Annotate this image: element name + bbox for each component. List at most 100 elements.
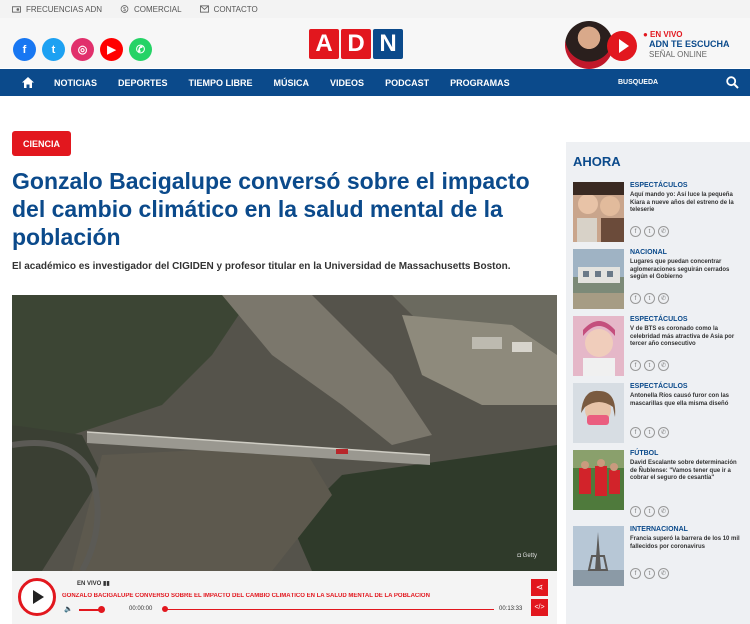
news-category[interactable]: NACIONAL xyxy=(630,249,667,256)
news-thumbnail xyxy=(573,526,624,586)
topbar-link-comercial[interactable]: $ COMERCIAL xyxy=(120,5,182,14)
news-thumbnail xyxy=(573,249,624,309)
host-avatar xyxy=(565,21,613,69)
mail-icon xyxy=(199,5,209,13)
facebook-icon[interactable]: f xyxy=(630,360,641,371)
twitter-icon[interactable]: t xyxy=(644,226,655,237)
social-links: f t ◎ ▶ ✆ xyxy=(13,38,158,61)
home-icon xyxy=(22,77,34,88)
topbar-link-label: CONTACTO xyxy=(213,4,258,14)
nav-item-tiempo-libre[interactable]: TIEMPO LIBRE xyxy=(189,78,253,88)
volume-icon[interactable]: 🔈 xyxy=(64,605,73,613)
search-box xyxy=(618,69,750,96)
news-headline[interactable]: V de BTS es coronado como la celebridad … xyxy=(630,326,742,349)
news-headline[interactable]: Antonella Ríos causó furor con las masca… xyxy=(630,393,742,408)
news-category[interactable]: FÚTBOL xyxy=(630,450,658,457)
sidebar-news-item[interactable]: ESPECTÁCULOS Antonella Ríos causó furor … xyxy=(573,383,743,443)
search-icon[interactable] xyxy=(726,76,739,89)
nav-item-deportes[interactable]: DEPORTES xyxy=(118,78,168,88)
progress-bar[interactable] xyxy=(164,609,494,610)
volume-handle[interactable] xyxy=(98,606,105,613)
news-thumbnail xyxy=(573,316,624,376)
player-title: GONZALO BACIGALUPE CONVERSÓ SOBRE EL IMP… xyxy=(62,593,430,599)
sidebar-news-item[interactable]: ESPECTÁCULOS V de BTS es coronado como l… xyxy=(573,316,743,376)
topbar-link-label: COMERCIAL xyxy=(134,4,182,14)
whatsapp-icon[interactable]: ✆ xyxy=(658,427,669,438)
article-subtitle: El académico es investigador del CIGIDEN… xyxy=(12,261,511,272)
news-category[interactable]: INTERNACIONAL xyxy=(630,526,688,533)
twitter-icon[interactable]: t xyxy=(644,506,655,517)
nav-item-noticias[interactable]: NOTICIAS xyxy=(54,78,97,88)
share-icon[interactable]: ⋖ xyxy=(531,579,548,596)
news-headline[interactable]: Aquí mando yo: Así luce la pequeña Kiara… xyxy=(630,192,742,215)
news-thumbnail xyxy=(573,383,624,443)
play-icon xyxy=(618,39,629,53)
news-headline[interactable]: Lugares que puedan concentrar aglomeraci… xyxy=(630,259,742,282)
facebook-icon[interactable]: f xyxy=(13,38,36,61)
embed-icon[interactable]: </> xyxy=(531,599,548,616)
twitter-icon[interactable]: t xyxy=(644,360,655,371)
news-thumbnail xyxy=(573,182,624,242)
nav-item-videos[interactable]: VIDEOS xyxy=(330,78,364,88)
article-title: Gonzalo Bacigalupe conversó sobre el imp… xyxy=(12,168,530,250)
whatsapp-icon[interactable]: ✆ xyxy=(658,506,669,517)
facebook-icon[interactable]: f xyxy=(630,226,641,237)
logo-letter: D xyxy=(341,29,371,59)
sidebar-news-item[interactable]: INTERNACIONAL Francia superó la barrera … xyxy=(573,526,743,586)
nav-item-podcast[interactable]: PODCAST xyxy=(385,78,429,88)
player-play-button[interactable] xyxy=(18,578,56,616)
sidebar-news-item[interactable]: NACIONAL Lugares que puedan concentrar a… xyxy=(573,249,743,309)
logo-letter: A xyxy=(309,29,339,59)
twitter-icon[interactable]: t xyxy=(42,38,65,61)
duration: 00:13:33 xyxy=(499,606,523,612)
live-title: ADN TE ESCUCHA xyxy=(649,39,730,49)
search-input[interactable] xyxy=(618,79,718,86)
facebook-icon[interactable]: f xyxy=(630,506,641,517)
news-category[interactable]: ESPECTÁCULOS xyxy=(630,316,688,323)
nav-item-musica[interactable]: MÚSICA xyxy=(274,78,310,88)
share-buttons: f t ✆ xyxy=(630,226,672,237)
player-status-text: EN VIVO xyxy=(77,581,102,587)
topbar-link-contacto[interactable]: CONTACTO xyxy=(199,4,258,14)
site-header: f t ◎ ▶ ✆ A D N ● EN VIVO ADN TE ESCUCHA… xyxy=(0,18,750,69)
news-headline[interactable]: Francia superó la barrera de los 10 mil … xyxy=(630,536,742,551)
whatsapp-icon[interactable]: ✆ xyxy=(129,38,152,61)
news-category[interactable]: ESPECTÁCULOS xyxy=(630,383,688,390)
share-buttons: f t ✆ xyxy=(630,506,672,517)
top-bar: FRECUENCIAS ADN $ COMERCIAL CONTACTO xyxy=(0,0,750,18)
whatsapp-icon[interactable]: ✆ xyxy=(658,568,669,579)
aerial-bridge-photo xyxy=(12,295,557,571)
site-logo[interactable]: A D N xyxy=(309,29,405,59)
twitter-icon[interactable]: t xyxy=(644,427,655,438)
whatsapp-icon[interactable]: ✆ xyxy=(658,293,669,304)
twitter-icon[interactable]: t xyxy=(644,568,655,579)
image-credit: ◘ Getty xyxy=(517,553,537,559)
facebook-icon[interactable]: f xyxy=(630,293,641,304)
nav-item-programas[interactable]: PROGRAMAS xyxy=(450,78,510,88)
radio-icon xyxy=(12,6,21,13)
share-buttons: f t ✆ xyxy=(630,568,672,579)
home-button[interactable] xyxy=(16,77,40,88)
youtube-icon[interactable]: ▶ xyxy=(100,38,123,61)
sidebar-news-item[interactable]: ESPECTÁCULOS Aquí mando yo: Así luce la … xyxy=(573,182,743,242)
live-play-button[interactable] xyxy=(607,31,637,61)
news-headline[interactable]: David Escalante sobre determinación de Ñ… xyxy=(630,460,742,483)
progress-handle[interactable] xyxy=(162,606,168,612)
share-buttons: f t ✆ xyxy=(630,293,672,304)
news-category[interactable]: ESPECTÁCULOS xyxy=(630,182,688,189)
whatsapp-icon[interactable]: ✆ xyxy=(658,360,669,371)
image-credit-text: Getty xyxy=(522,553,537,559)
facebook-icon[interactable]: f xyxy=(630,427,641,438)
play-icon xyxy=(33,590,44,604)
main-nav: NOTICIAS DEPORTES TIEMPO LIBRE MÚSICA VI… xyxy=(0,69,750,96)
category-badge[interactable]: CIENCIA xyxy=(12,131,71,156)
topbar-link-frecuencias[interactable]: FRECUENCIAS ADN xyxy=(12,5,102,14)
whatsapp-icon[interactable]: ✆ xyxy=(658,226,669,237)
facebook-icon[interactable]: f xyxy=(630,568,641,579)
instagram-icon[interactable]: ◎ xyxy=(71,38,94,61)
live-radio-widget[interactable]: ● EN VIVO ADN TE ESCUCHA SEÑAL ONLINE xyxy=(565,21,750,69)
dollar-icon: $ xyxy=(120,5,129,13)
twitter-icon[interactable]: t xyxy=(644,293,655,304)
sidebar-ahora: AHORA ESPECTÁCULOS Aquí mando yo: Así lu… xyxy=(566,142,750,624)
sidebar-news-item[interactable]: FÚTBOL David Escalante sobre determinaci… xyxy=(573,450,743,517)
